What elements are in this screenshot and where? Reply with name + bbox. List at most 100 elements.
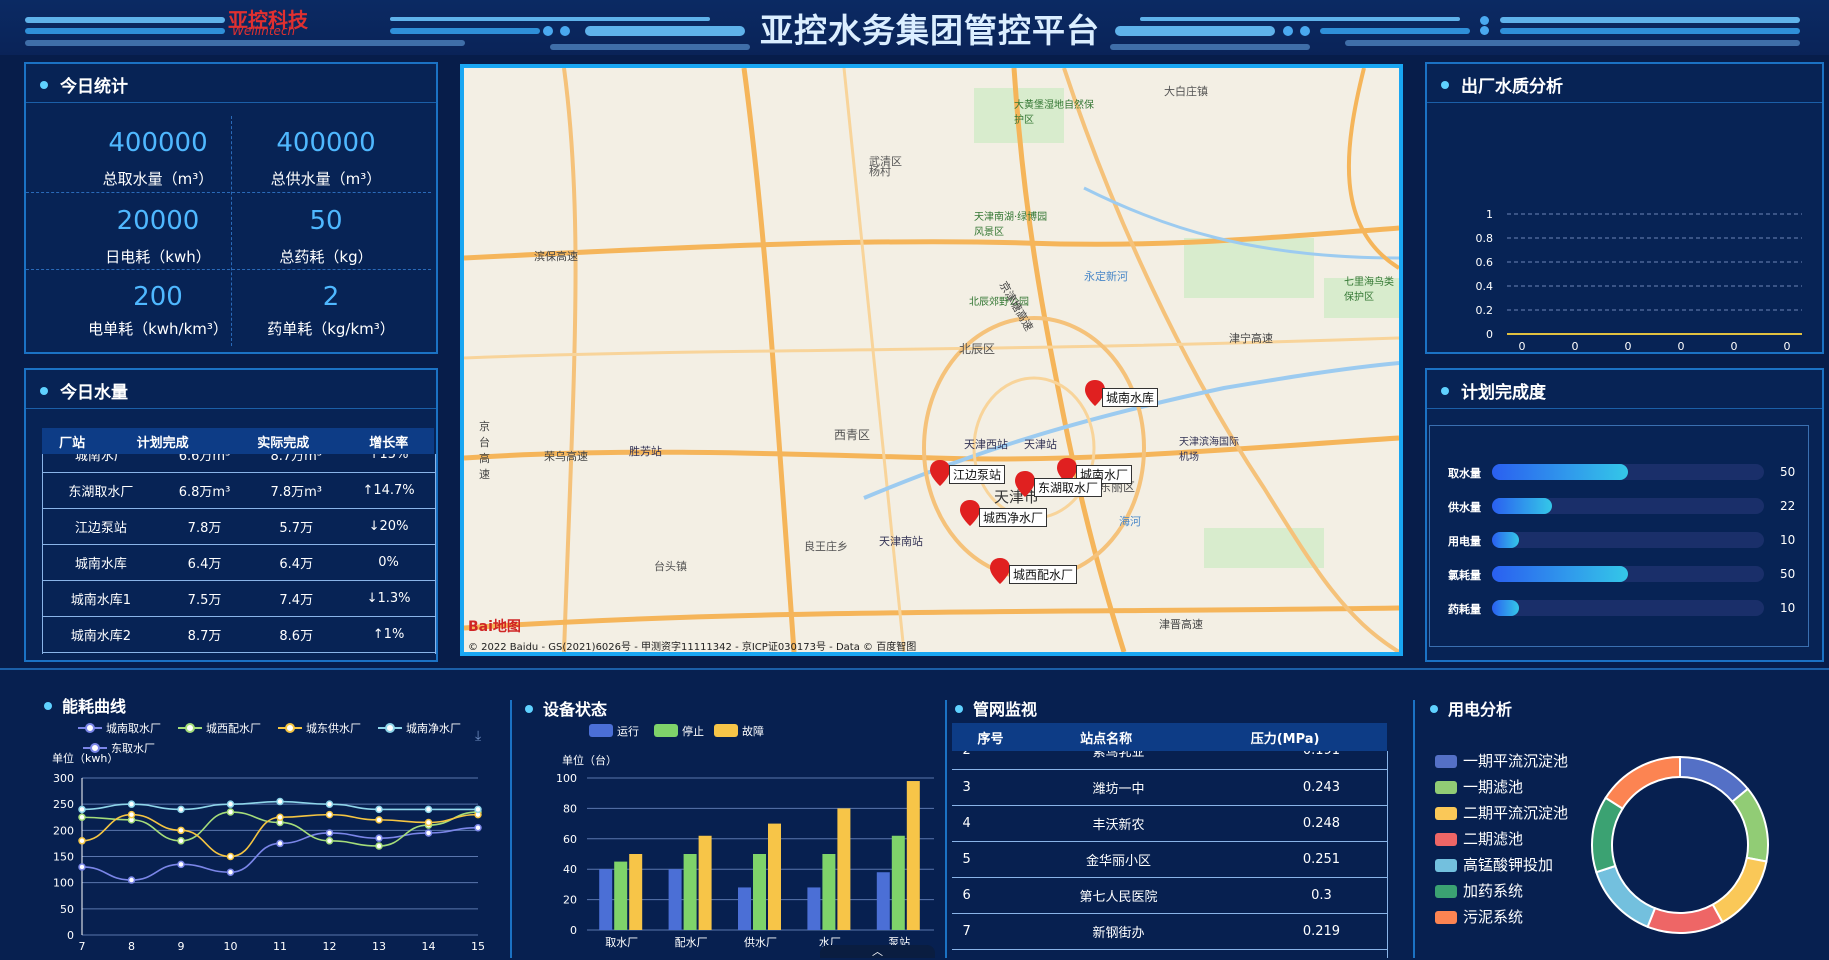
- station-label[interactable]: 东湖取水厂: [1034, 478, 1103, 497]
- cell: ↓20%: [368, 518, 409, 534]
- station-label[interactable]: 城南水库: [1102, 388, 1159, 407]
- header-decor-bar: [25, 17, 225, 23]
- map-place: 良王庄乡: [804, 540, 848, 553]
- pipe-monitor-title: 管网监视: [955, 696, 1037, 720]
- bar: [876, 872, 890, 930]
- table-row: 东湖取水厂 6.8万m³ 7.8万m³ ↑14.7%: [43, 472, 435, 508]
- header-decor-bar: [1500, 17, 1800, 23]
- cell: 5: [962, 851, 971, 867]
- legend-label: 一期平流沉淀池: [1463, 752, 1569, 770]
- data-point: [177, 805, 185, 814]
- map-pin-icon[interactable]: [989, 558, 1011, 584]
- progress-value: 50: [1780, 567, 1796, 581]
- legend-marker: [90, 743, 100, 753]
- bar: [614, 861, 628, 930]
- divider: [26, 192, 431, 193]
- pipe-monitor-body: 2 紫鸢乳业 0.191 3 潍坊一中 0.243 4 丰沃新农 0.248 5…: [952, 751, 1387, 950]
- data-point: [276, 797, 284, 806]
- legend-swatch: [1435, 807, 1457, 820]
- x-tick-label: 13: [372, 940, 386, 953]
- table-row: 6 第七人民医院 0.3: [952, 877, 1387, 913]
- plan-completion-panel: 计划完成度 取水量 50 供水量 22 用电量 10 氯耗量 50 药耗量 10: [1425, 368, 1824, 662]
- cell: 7.4万: [279, 592, 314, 608]
- device-status-title: 设备状态: [525, 696, 607, 720]
- cell: 江边泵站: [74, 520, 127, 536]
- map-place: 天津南湖·绿博园风景区: [974, 212, 1048, 238]
- total-chemical-label: 总药耗（kg）: [279, 248, 373, 266]
- progress-value: 10: [1780, 601, 1796, 615]
- map-place: 大黄堡湿地自然保护区: [1014, 100, 1094, 126]
- data-point: [127, 876, 136, 884]
- divider: [945, 700, 947, 958]
- pipe-monitor-table-head: 序号 站点名称 压力(MPa): [952, 723, 1387, 751]
- bar: [768, 823, 781, 930]
- cell: 7: [962, 923, 971, 939]
- legend-swatch: [1435, 781, 1457, 794]
- legend-label: 运行: [617, 725, 639, 738]
- data-point: [177, 860, 185, 869]
- map-place: 天津南站: [879, 535, 923, 548]
- station-label[interactable]: 城西净水厂: [979, 508, 1048, 527]
- y-tick-label: 20: [563, 894, 577, 907]
- map-place: 海河: [1119, 515, 1141, 528]
- cell: ↑15%: [368, 454, 409, 463]
- cell: ↑14.7%: [362, 482, 415, 498]
- station-label[interactable]: 城西配水厂: [1009, 565, 1078, 584]
- header-decor-dot: [1480, 26, 1489, 35]
- map-pin-icon[interactable]: [1014, 471, 1036, 497]
- y-tick-label: 0: [1486, 328, 1493, 341]
- data-point: [325, 810, 334, 819]
- data-point: [78, 805, 86, 814]
- y-tick-label: 0.8: [1476, 232, 1494, 245]
- today-water-scroll[interactable]: 城南水厂 6.6万m³ 8.7万m³ ↑15% 东湖取水厂 6.8万m³ 7.8…: [42, 454, 436, 654]
- legend-item: 污泥系统: [1435, 906, 1523, 927]
- x-tick-label: 8: [128, 940, 135, 953]
- header-decor-bar: [390, 17, 710, 21]
- legend-item: 一期平流沉淀池: [1435, 750, 1568, 771]
- data-point: [226, 852, 235, 861]
- map-place: 胜芳站: [629, 445, 662, 458]
- data-point: [474, 805, 482, 814]
- chemical-unit-value: 2: [322, 282, 340, 312]
- cell: 0.248: [1302, 815, 1341, 831]
- progress-value: 22: [1780, 499, 1796, 513]
- data-point: [424, 818, 433, 827]
- pipe-monitor-scroll[interactable]: 2 紫鸢乳业 0.191 3 潍坊一中 0.243 4 丰沃新农 0.248 5…: [952, 751, 1388, 958]
- header-decor-bar: [550, 44, 750, 50]
- bar: [599, 869, 613, 930]
- y-tick-label: 0: [67, 929, 74, 942]
- today-water-body: 城南水厂 6.6万m³ 8.7万m³ ↑15% 东湖取水厂 6.8万m³ 7.8…: [43, 454, 435, 653]
- cell: 紫鸢乳业: [1092, 751, 1145, 761]
- total-chemical-value: 50: [309, 206, 343, 236]
- table-row: 2 紫鸢乳业 0.191: [952, 751, 1387, 769]
- cell: 8.6万: [279, 628, 314, 644]
- bar: [738, 887, 751, 930]
- map-pin-icon[interactable]: [929, 460, 951, 486]
- x-tick-label: 配水厂: [675, 936, 708, 949]
- map-place: 天津滨海国际机场: [1179, 437, 1239, 463]
- legend-marker: [185, 723, 195, 733]
- data-point: [276, 813, 284, 821]
- station-label[interactable]: 江边泵站: [949, 465, 1006, 484]
- progress-label: 药耗量: [1448, 603, 1481, 616]
- legend-swatch: [654, 724, 678, 737]
- col-header: 实际完成: [257, 435, 310, 451]
- x-tick-label: 14: [422, 940, 436, 953]
- legend-swatch: [589, 724, 613, 737]
- bar: [629, 854, 643, 930]
- data-point: [78, 863, 86, 871]
- data-point: [78, 837, 86, 845]
- cell: 0.251: [1302, 851, 1341, 867]
- map-pin-icon[interactable]: [959, 500, 981, 526]
- legend-label: 故障: [742, 724, 764, 738]
- y-tick-label: 200: [53, 824, 74, 837]
- data-point: [424, 805, 433, 814]
- header-decor-bar: [1110, 44, 1310, 50]
- collapse-toggle[interactable]: ︿: [820, 945, 935, 958]
- col-header: 厂站: [59, 435, 86, 451]
- data-point: [226, 808, 235, 816]
- x-tick-label: 0: [1572, 340, 1579, 352]
- map-view[interactable]: 天津市 武清区 北辰区 西青区 东丽区 津宁高速 滨保高速 京台高速 荣乌高速 …: [460, 64, 1403, 656]
- col-header: 站点名称: [1080, 731, 1133, 747]
- page-title: 亚控水务集团管控平台: [760, 11, 1100, 50]
